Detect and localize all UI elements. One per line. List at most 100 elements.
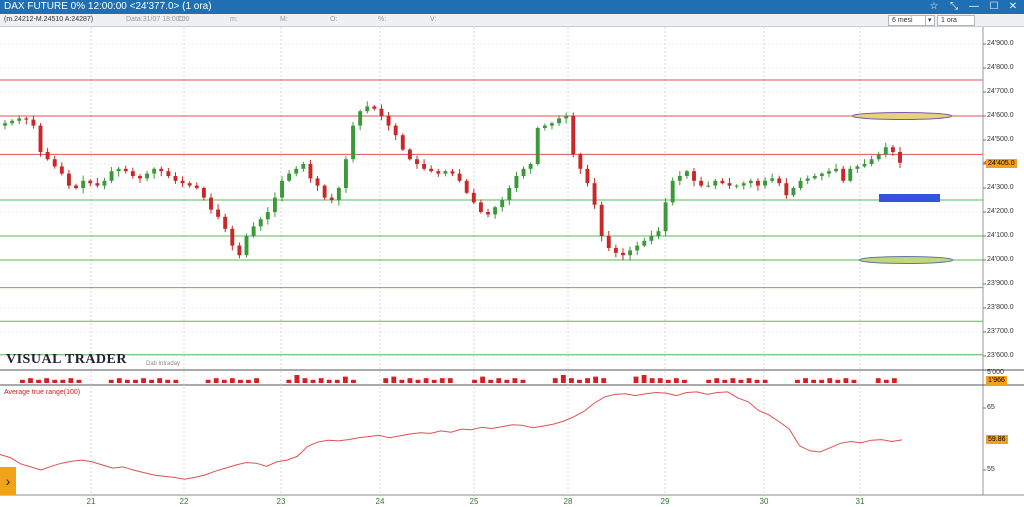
volume-bar (843, 378, 849, 383)
candle-body (159, 168, 164, 172)
candle-body (180, 180, 185, 184)
candle-body (152, 168, 157, 174)
volume-bar (512, 378, 518, 383)
candle-body (45, 152, 50, 160)
candle-body (841, 168, 846, 181)
candle-body (713, 180, 718, 186)
volume-bar (762, 379, 768, 383)
candle-body (677, 176, 682, 181)
volume-bar (706, 379, 712, 383)
volume-bar (36, 379, 41, 383)
x-axis-label: 21 (86, 497, 96, 506)
candle-body (855, 166, 860, 169)
candle-body (592, 183, 597, 205)
candle-body (343, 159, 348, 188)
volume-bar (746, 378, 752, 383)
volume-bar (391, 376, 397, 383)
volume-bar (520, 379, 526, 383)
candle-body (31, 119, 36, 126)
volume-bar (286, 379, 292, 383)
candle-body (102, 180, 107, 186)
candle-body (145, 173, 150, 179)
volume-bar (205, 379, 211, 383)
candle-body (223, 216, 228, 229)
price-axis-label: 24'200.0 (987, 208, 1014, 215)
candle-body (358, 111, 363, 126)
volume-bar (351, 379, 356, 383)
candle-body (194, 185, 199, 188)
candle-body (95, 183, 100, 186)
candle-body (365, 106, 370, 112)
candle-body (521, 168, 526, 176)
volume-bar (827, 378, 833, 383)
candle-body (415, 159, 419, 164)
volume-bar (237, 379, 243, 383)
volume-bar (803, 378, 808, 383)
candle-body (209, 197, 213, 210)
candle-body (571, 116, 576, 155)
volume-bar (577, 379, 582, 383)
atr-value-tag: 59.86 (986, 435, 1008, 444)
volume-bar (439, 378, 445, 383)
candle-body (265, 212, 270, 220)
volume-bar (326, 379, 332, 383)
candle-body (486, 212, 490, 215)
candle-body (635, 245, 640, 251)
volume-bar (213, 378, 219, 383)
candle-body (599, 204, 604, 236)
candle-body (692, 171, 696, 181)
x-axis-label: 25 (469, 497, 479, 506)
volume-bar (165, 379, 171, 383)
candle-body (763, 180, 767, 186)
volume-bar (116, 378, 122, 383)
candle-body (777, 178, 782, 184)
volume-bar (585, 378, 590, 383)
candle-body (606, 236, 611, 248)
candle-body (770, 178, 775, 181)
volume-bar (229, 378, 235, 383)
candle-body (507, 188, 512, 200)
candle-body (294, 168, 299, 174)
candle-body (741, 183, 746, 186)
volume-bar (302, 378, 308, 383)
volume-bar (875, 378, 881, 383)
volume-bar (334, 379, 340, 383)
scroll-left-arrow-icon[interactable]: › (0, 467, 16, 495)
candle-body (436, 171, 441, 174)
price-axis-label: 24'500.0 (987, 136, 1014, 143)
candle-body (88, 180, 93, 184)
candle-body (493, 207, 498, 215)
volume-bar (246, 379, 251, 383)
volume-bar (124, 379, 130, 383)
candle-body (379, 108, 384, 116)
volume-bar (560, 375, 566, 383)
candle-body (244, 236, 249, 256)
price-axis-label: 23'900.0 (987, 280, 1014, 287)
candle-body (706, 185, 711, 187)
atr-axis-label-55: 55 (987, 466, 995, 473)
candle-body (393, 125, 398, 136)
volume-bar (851, 379, 857, 383)
volume-bar (891, 378, 897, 383)
volume-bar (730, 378, 736, 383)
price-axis-label: 23'700.0 (987, 328, 1014, 335)
price-axis-label: 24'600.0 (987, 112, 1014, 119)
candle-body (471, 192, 476, 203)
volume-bar (649, 378, 655, 383)
volume-bar (133, 379, 138, 383)
volume-bar (601, 378, 607, 383)
volume-bar (480, 376, 486, 383)
candle-body (237, 245, 242, 256)
candle-body (663, 202, 668, 232)
price-chart[interactable] (0, 0, 1024, 507)
volume-bar (318, 378, 324, 383)
candle-body (791, 188, 796, 196)
volume-bar (795, 379, 800, 383)
candle-body (322, 185, 327, 198)
volume-bar (407, 378, 413, 383)
volume-bar (310, 379, 316, 383)
candle-body (123, 168, 128, 172)
volume-bar (633, 376, 639, 383)
volume-bar (657, 378, 663, 383)
volume-bar (76, 379, 82, 383)
